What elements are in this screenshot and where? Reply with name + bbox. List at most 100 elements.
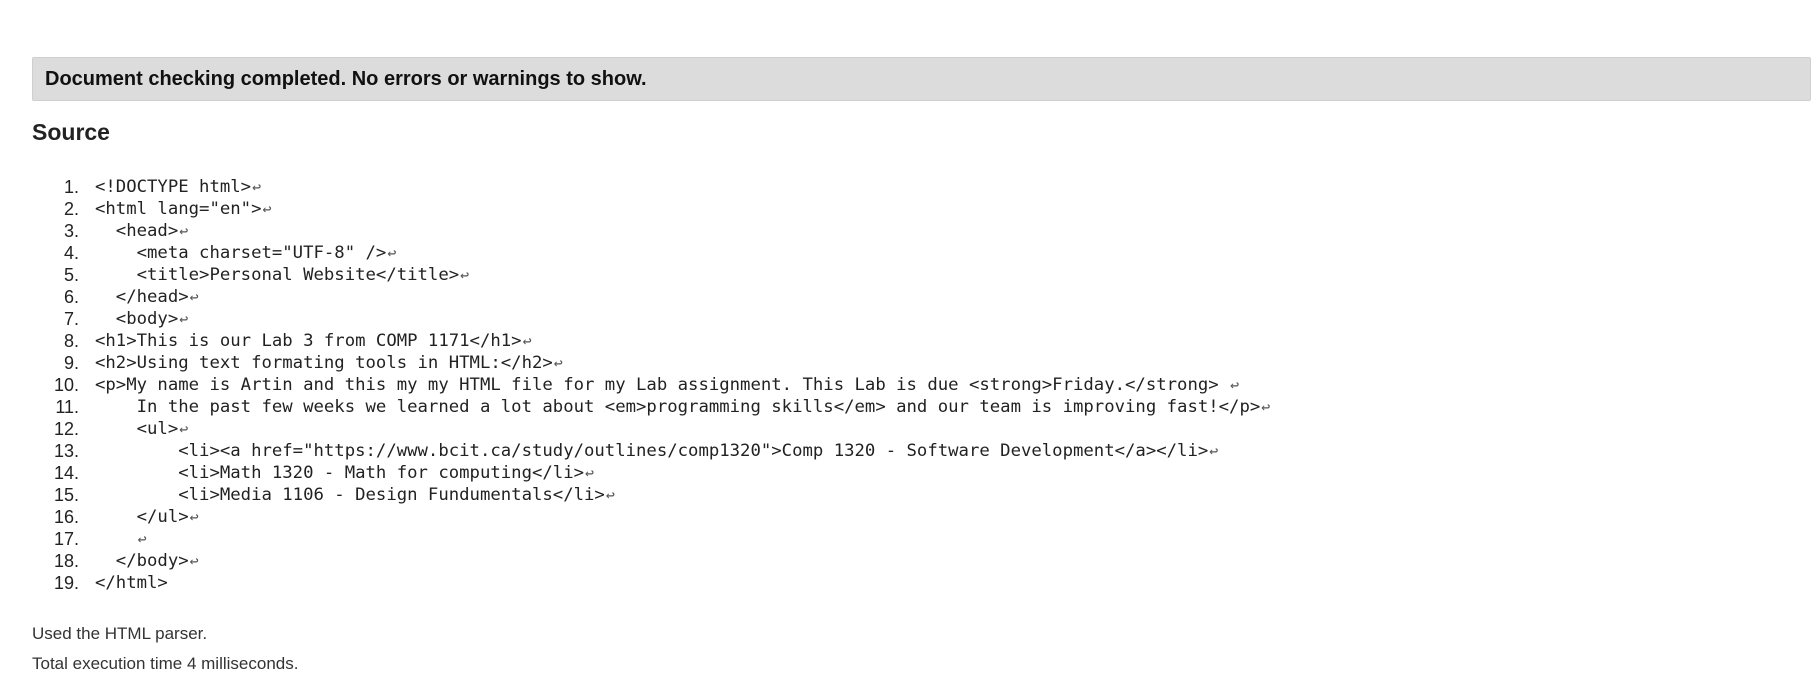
source-line: 2. <html lang="en">↩ bbox=[32, 198, 1270, 220]
line-code: ↩ bbox=[95, 528, 147, 550]
line-code-text: <p>My name is Artin and this my my HTML … bbox=[95, 375, 1230, 395]
line-code-text: <h2>Using text formating tools in HTML:<… bbox=[95, 353, 553, 373]
line-number: 18. bbox=[53, 551, 79, 571]
line-code: <h2>Using text formating tools in HTML:<… bbox=[95, 352, 563, 374]
line-code-text: <!DOCTYPE html> bbox=[95, 177, 252, 197]
line-code: </html> bbox=[95, 572, 168, 594]
line-number: 2. bbox=[63, 199, 79, 219]
source-line: 5. <title>Personal Website</title>↩ bbox=[32, 264, 1270, 286]
source-line: 19. </html> bbox=[32, 572, 1270, 594]
line-end-return-icon: ↩ bbox=[189, 288, 199, 306]
line-number: 13. bbox=[53, 441, 79, 461]
line-code-text: <body> bbox=[95, 309, 179, 329]
line-code-text: <li><a href="https://www.bcit.ca/study/o… bbox=[95, 441, 1209, 461]
source-line: 1. <!DOCTYPE html>↩ bbox=[32, 176, 1270, 198]
line-code: <body>↩ bbox=[95, 308, 188, 330]
line-code-text: <li>Math 1320 - Math for computing</li> bbox=[95, 463, 584, 483]
line-end-return-icon: ↩ bbox=[522, 332, 532, 350]
line-end-return-icon: ↩ bbox=[460, 266, 470, 284]
source-line: 6. </head>↩ bbox=[32, 286, 1270, 308]
line-end-return-icon: ↩ bbox=[1230, 376, 1240, 394]
line-end-return-icon: ↩ bbox=[137, 530, 147, 548]
line-code: </ul>↩ bbox=[95, 506, 199, 528]
line-number: 12. bbox=[53, 419, 79, 439]
line-end-return-icon: ↩ bbox=[179, 222, 189, 240]
source-line: 3. <head>↩ bbox=[32, 220, 1270, 242]
line-code: </body>↩ bbox=[95, 550, 199, 572]
line-number: 9. bbox=[63, 353, 79, 373]
line-number: 3. bbox=[63, 221, 79, 241]
line-code: <p>My name is Artin and this my my HTML … bbox=[95, 374, 1239, 396]
line-code: <head>↩ bbox=[95, 220, 188, 242]
line-code: In the past few weeks we learned a lot a… bbox=[95, 396, 1271, 418]
source-line: 9. <h2>Using text formating tools in HTML… bbox=[32, 352, 1270, 374]
line-number: 10. bbox=[53, 375, 79, 395]
line-code-text: <head> bbox=[95, 221, 179, 241]
source-line: 14. <li>Math 1320 - Math for computing</… bbox=[32, 462, 1270, 484]
line-code-text: </head> bbox=[95, 287, 189, 307]
line-code-text: </ul> bbox=[95, 507, 189, 527]
line-code-text: <li>Media 1106 - Design Fundumentals</li… bbox=[95, 485, 605, 505]
line-code-text bbox=[95, 529, 137, 549]
source-line: 4. <meta charset="UTF-8" />↩ bbox=[32, 242, 1270, 264]
line-number: 8. bbox=[63, 331, 79, 351]
line-end-return-icon: ↩ bbox=[189, 508, 199, 526]
line-end-return-icon: ↩ bbox=[189, 552, 199, 570]
line-code: <!DOCTYPE html>↩ bbox=[95, 176, 261, 198]
line-code: <h1>This is our Lab 3 from COMP 1171</h1… bbox=[95, 330, 532, 352]
line-code: <title>Personal Website</title>↩ bbox=[95, 264, 470, 286]
line-end-return-icon: ↩ bbox=[1261, 398, 1271, 416]
line-end-return-icon: ↩ bbox=[262, 200, 272, 218]
line-end-return-icon: ↩ bbox=[1209, 442, 1219, 460]
source-line: 11. In the past few weeks we learned a l… bbox=[32, 396, 1270, 418]
line-end-return-icon: ↩ bbox=[553, 354, 563, 372]
source-line: 16. </ul>↩ bbox=[32, 506, 1270, 528]
line-code-text: <ul> bbox=[95, 419, 179, 439]
line-number: 14. bbox=[53, 463, 79, 483]
success-message: Document checking completed. No errors o… bbox=[32, 57, 1811, 101]
line-number: 11. bbox=[55, 397, 79, 417]
line-end-return-icon: ↩ bbox=[179, 420, 189, 438]
line-code: <ul>↩ bbox=[95, 418, 189, 440]
line-code-text: <meta charset="UTF-8" /> bbox=[95, 243, 387, 263]
line-number: 4. bbox=[63, 243, 79, 263]
line-code: <html lang="en">↩ bbox=[95, 198, 272, 220]
source-line: 17. ↩ bbox=[32, 528, 1270, 550]
line-code: <li><a href="https://www.bcit.ca/study/o… bbox=[95, 440, 1218, 462]
line-end-return-icon: ↩ bbox=[387, 244, 397, 262]
source-line: 10. <p>My name is Artin and this my my HT… bbox=[32, 374, 1270, 396]
source-line: 18. </body>↩ bbox=[32, 550, 1270, 572]
source-line: 13. <li><a href="https://www.bcit.ca/stu… bbox=[32, 440, 1270, 462]
line-code: <li>Media 1106 - Design Fundumentals</li… bbox=[95, 484, 615, 506]
source-heading: Source bbox=[32, 119, 110, 145]
line-code-text: </html> bbox=[95, 573, 168, 593]
line-code-text: <html lang="en"> bbox=[95, 199, 262, 219]
parser-note: Used the HTML parser. bbox=[32, 624, 208, 643]
line-number: 16. bbox=[53, 507, 79, 527]
execution-time-note: Total execution time 4 milliseconds. bbox=[32, 654, 299, 673]
source-line: 8. <h1>This is our Lab 3 from COMP 1171</… bbox=[32, 330, 1270, 352]
source-listing: 1. <!DOCTYPE html>↩ 2. <html lang="en">↩ 3. … bbox=[32, 176, 1270, 594]
line-end-return-icon: ↩ bbox=[605, 486, 615, 504]
line-code: <meta charset="UTF-8" />↩ bbox=[95, 242, 397, 264]
line-number: 5. bbox=[63, 265, 79, 285]
success-message-text: Document checking completed. No errors o… bbox=[45, 67, 647, 90]
line-code-text: <h1>This is our Lab 3 from COMP 1171</h1… bbox=[95, 331, 522, 351]
line-end-return-icon: ↩ bbox=[252, 178, 262, 196]
line-code-text: </body> bbox=[95, 551, 189, 571]
line-code-text: In the past few weeks we learned a lot a… bbox=[95, 397, 1261, 417]
line-number: 15. bbox=[53, 485, 79, 505]
line-number: 19. bbox=[53, 573, 79, 593]
line-number: 6. bbox=[63, 287, 79, 307]
source-line: 12. <ul>↩ bbox=[32, 418, 1270, 440]
line-code: <li>Math 1320 - Math for computing</li>↩ bbox=[95, 462, 594, 484]
line-code-text: <title>Personal Website</title> bbox=[95, 265, 460, 285]
line-end-return-icon: ↩ bbox=[585, 464, 595, 482]
line-number: 1. bbox=[63, 177, 79, 197]
line-number: 17. bbox=[53, 529, 79, 549]
source-line: 15. <li>Media 1106 - Design Fundumentals… bbox=[32, 484, 1270, 506]
line-number: 7. bbox=[63, 309, 79, 329]
line-code: </head>↩ bbox=[95, 286, 199, 308]
line-end-return-icon: ↩ bbox=[179, 310, 189, 328]
source-line: 7. <body>↩ bbox=[32, 308, 1270, 330]
